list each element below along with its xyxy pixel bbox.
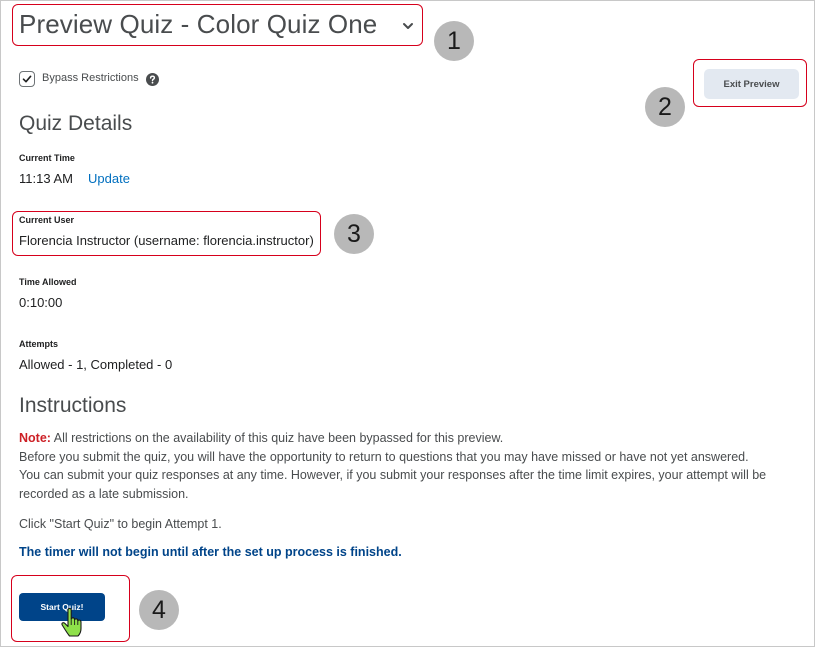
note-text: All restrictions on the availability of … — [50, 431, 504, 445]
bypass-checkbox[interactable] — [19, 71, 35, 87]
note-label: Note: — [19, 431, 51, 445]
bypass-label: Bypass Restrictions — [42, 72, 139, 84]
quiz-details-heading: Quiz Details — [19, 112, 133, 135]
callout-badge-3: 3 — [334, 214, 374, 254]
attempts-value: Allowed - 1, Completed - 0 — [19, 357, 173, 372]
bypass-note: Note: All restrictions on the availabili… — [19, 429, 809, 448]
callout-badge-4: 4 — [139, 590, 179, 630]
callout-highlight-4 — [11, 575, 130, 642]
time-allowed-label: Time Allowed — [19, 277, 77, 287]
update-time-link[interactable]: Update — [88, 171, 130, 186]
callout-highlight-3 — [12, 211, 321, 256]
timer-message: The timer will not begin until after the… — [19, 545, 402, 559]
instructions-body: Note: All restrictions on the availabili… — [19, 429, 809, 503]
callout-highlight-1 — [12, 4, 423, 46]
current-time-value: 11:13 AM — [19, 171, 73, 186]
callout-badge-2: 2 — [645, 87, 685, 127]
help-icon[interactable] — [146, 73, 159, 86]
checkmark-icon — [22, 75, 32, 83]
attempts-label: Attempts — [19, 339, 59, 349]
callout-highlight-2 — [693, 59, 807, 107]
instructions-heading: Instructions — [19, 394, 127, 417]
start-prompt: Click "Start Quiz" to begin Attempt 1. — [19, 517, 222, 531]
instructions-line-1: Before you submit the quiz, you will hav… — [19, 449, 749, 464]
current-time-label: Current Time — [19, 153, 75, 163]
callout-badge-1: 1 — [434, 21, 474, 61]
time-allowed-value: 0:10:00 — [19, 295, 63, 310]
instructions-line-2: You can submit your quiz responses at an… — [19, 468, 767, 501]
